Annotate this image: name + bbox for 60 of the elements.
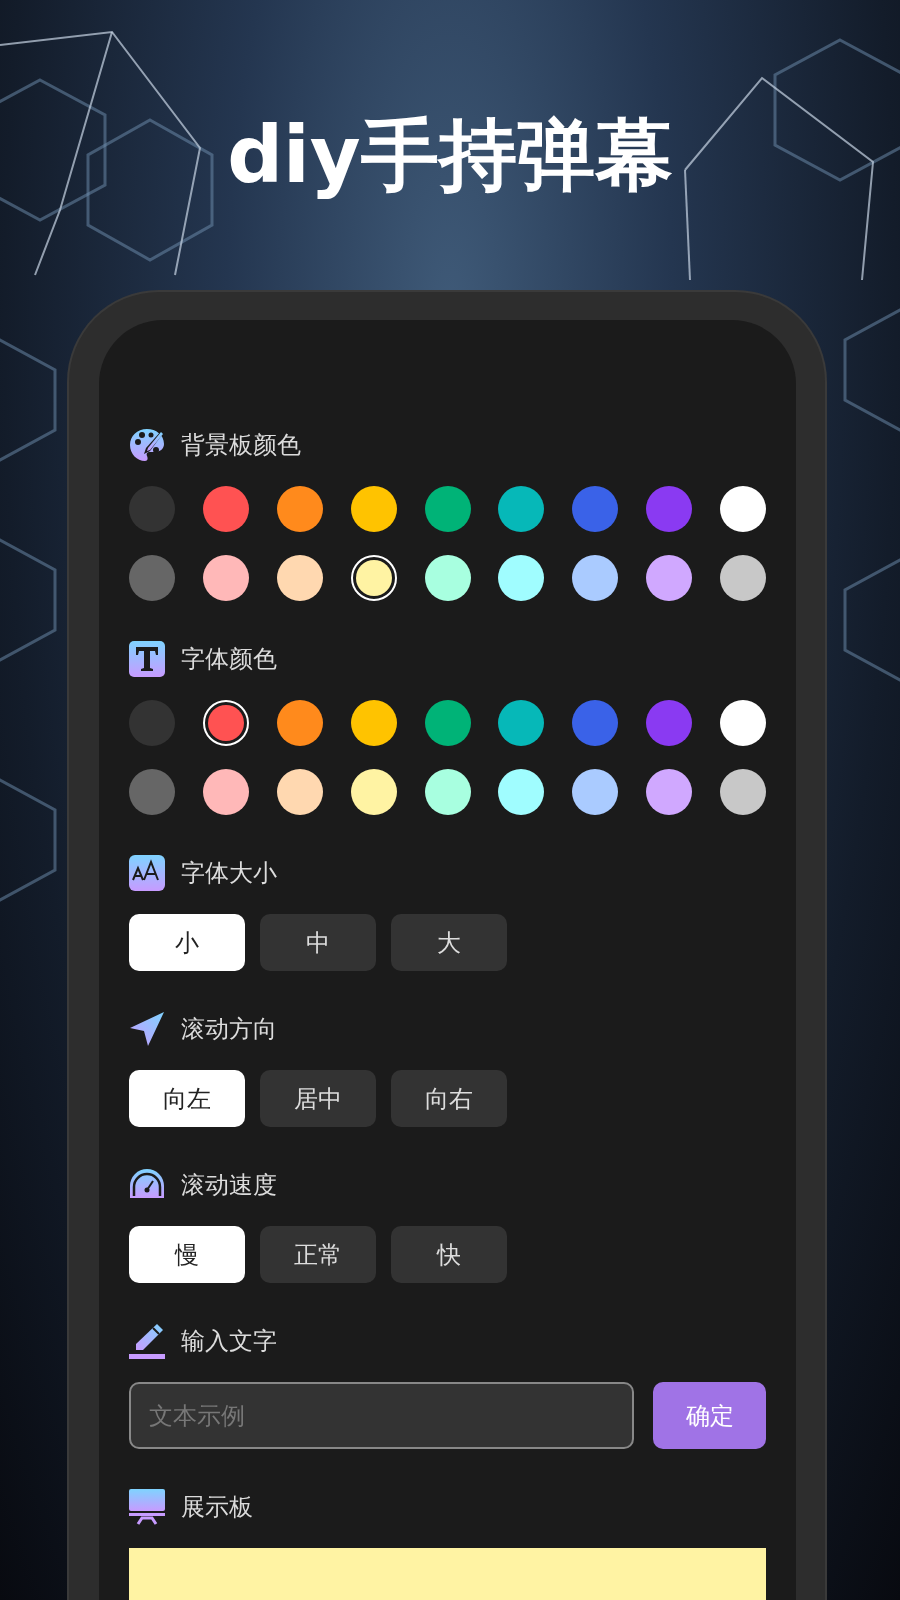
color-swatch[interactable] — [202, 486, 249, 532]
font-size-icon — [129, 855, 165, 891]
color-swatch[interactable] — [350, 555, 397, 601]
palette-icon — [129, 427, 165, 463]
color-swatch[interactable] — [129, 769, 175, 815]
option-button[interactable]: 慢 — [129, 1226, 245, 1283]
option-button[interactable]: 小 — [129, 914, 245, 971]
color-swatch[interactable] — [646, 700, 693, 746]
option-button[interactable]: 中 — [260, 914, 376, 971]
section-title: 字体大小 — [181, 858, 277, 889]
color-swatch[interactable] — [498, 700, 545, 746]
color-swatch[interactable] — [202, 555, 249, 601]
text-format-icon — [129, 641, 165, 677]
color-swatch[interactable] — [424, 769, 471, 815]
color-swatch[interactable] — [720, 700, 766, 746]
section-title: 字体颜色 — [181, 644, 277, 675]
color-swatch[interactable] — [498, 486, 545, 532]
section-title: 展示板 — [181, 1492, 253, 1523]
text-input-field[interactable]: 文本示例 — [129, 1382, 634, 1449]
option-button[interactable]: 正常 — [260, 1226, 376, 1283]
color-swatch[interactable] — [424, 486, 471, 532]
color-swatch[interactable] — [646, 486, 693, 532]
color-swatch[interactable] — [129, 555, 175, 601]
color-swatch[interactable] — [202, 700, 249, 746]
color-swatch[interactable] — [424, 700, 471, 746]
color-swatch[interactable] — [572, 769, 619, 815]
color-swatch[interactable] — [720, 486, 766, 532]
color-swatch[interactable] — [129, 486, 175, 532]
color-swatch[interactable] — [350, 700, 397, 746]
color-swatch[interactable] — [276, 700, 323, 746]
color-swatch[interactable] — [572, 700, 619, 746]
option-button[interactable]: 大 — [391, 914, 507, 971]
color-swatch[interactable] — [276, 555, 323, 601]
color-swatch[interactable] — [572, 486, 619, 532]
option-button[interactable]: 向右 — [391, 1070, 507, 1127]
color-swatch[interactable] — [498, 769, 545, 815]
color-swatch[interactable] — [720, 555, 766, 601]
navigation-arrow-icon — [129, 1011, 165, 1047]
color-swatch[interactable] — [646, 769, 693, 815]
color-swatch[interactable] — [720, 769, 766, 815]
section-title: 滚动速度 — [181, 1170, 277, 1201]
option-button[interactable]: 居中 — [260, 1070, 376, 1127]
color-swatch[interactable] — [498, 555, 545, 601]
section-title: 背景板颜色 — [181, 430, 301, 461]
option-button[interactable]: 快 — [391, 1226, 507, 1283]
color-swatch[interactable] — [424, 555, 471, 601]
color-swatch[interactable] — [350, 486, 397, 532]
option-button[interactable]: 向左 — [129, 1070, 245, 1127]
section-title: 滚动方向 — [181, 1014, 277, 1045]
color-swatch[interactable] — [350, 769, 397, 815]
display-board-icon — [129, 1489, 165, 1525]
color-swatch[interactable] — [646, 555, 693, 601]
section-title: 输入文字 — [181, 1326, 277, 1357]
color-swatch[interactable] — [202, 769, 249, 815]
color-swatch[interactable] — [276, 486, 323, 532]
pencil-icon — [129, 1323, 165, 1359]
headline: diy手持弹幕 — [227, 109, 673, 202]
color-swatch[interactable] — [129, 700, 175, 746]
color-swatch[interactable] — [276, 769, 323, 815]
color-swatch[interactable] — [572, 555, 619, 601]
